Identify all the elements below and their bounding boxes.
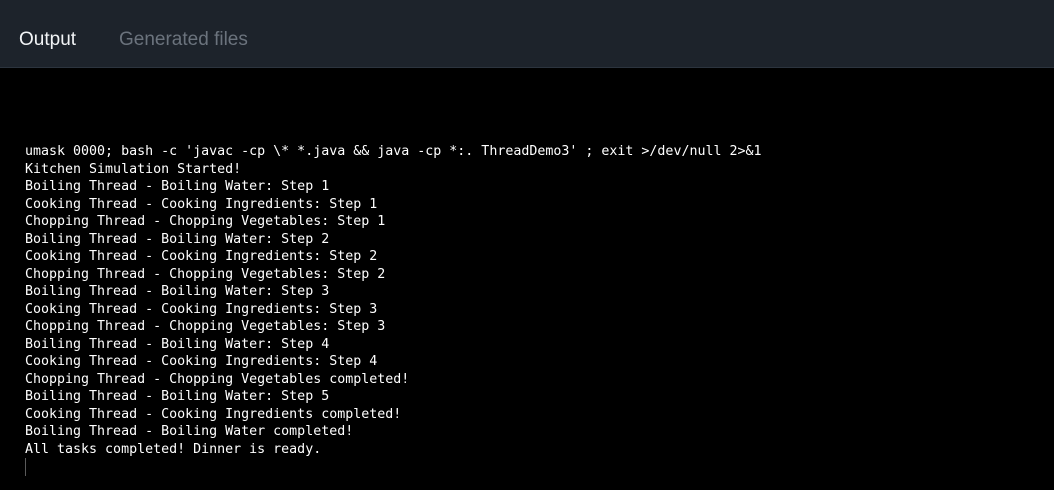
terminal-line: Boiling Thread - Boiling Water: Step 4: [25, 336, 330, 352]
terminal-line: Kitchen Simulation Started!: [25, 161, 242, 177]
terminal-output[interactable]: umask 0000; bash -c 'javac -cp \* *.java…: [0, 68, 1054, 490]
tab-generated-files[interactable]: Generated files: [119, 29, 248, 51]
terminal-lines: umask 0000; bash -c 'javac -cp \* *.java…: [25, 143, 762, 458]
terminal-line: Boiling Thread - Boiling Water: Step 3: [25, 284, 330, 299]
text-cursor: [25, 458, 26, 476]
terminal-line: Boiling Thread - Boiling Water: Step 1: [25, 179, 330, 194]
app-window: Output Generated files umask 0000; bash …: [0, 0, 1054, 490]
terminal-line: Cooking Thread - Cooking Ingredients: St…: [25, 301, 378, 317]
tab-bar: Output Generated files: [0, 0, 1054, 68]
terminal-line: Chopping Thread - Chopping Vegetables: S…: [25, 214, 386, 229]
terminal-line: Chopping Thread - Chopping Vegetables co…: [25, 371, 410, 387]
terminal-line: Chopping Thread - Chopping Vegetables: S…: [25, 319, 386, 334]
terminal-line: Cooking Thread - Cooking Ingredients: St…: [25, 354, 378, 369]
terminal-command-line: umask 0000; bash -c 'javac -cp \* *.java…: [25, 144, 762, 159]
tab-output[interactable]: Output: [19, 29, 76, 51]
terminal-line: Boiling Thread - Boiling Water: Step 5: [25, 389, 330, 404]
terminal-line: Cooking Thread - Cooking Ingredients: St…: [25, 196, 378, 212]
terminal-line: Cooking Thread - Cooking Ingredients com…: [25, 406, 402, 422]
terminal-line: Chopping Thread - Chopping Vegetables: S…: [25, 266, 386, 282]
terminal-line: Boiling Thread - Boiling Water completed…: [25, 424, 354, 439]
terminal-line: Cooking Thread - Cooking Ingredients: St…: [25, 249, 378, 264]
terminal-line: All tasks completed! Dinner is ready.: [25, 441, 322, 457]
terminal-line: Boiling Thread - Boiling Water: Step 2: [25, 231, 330, 247]
